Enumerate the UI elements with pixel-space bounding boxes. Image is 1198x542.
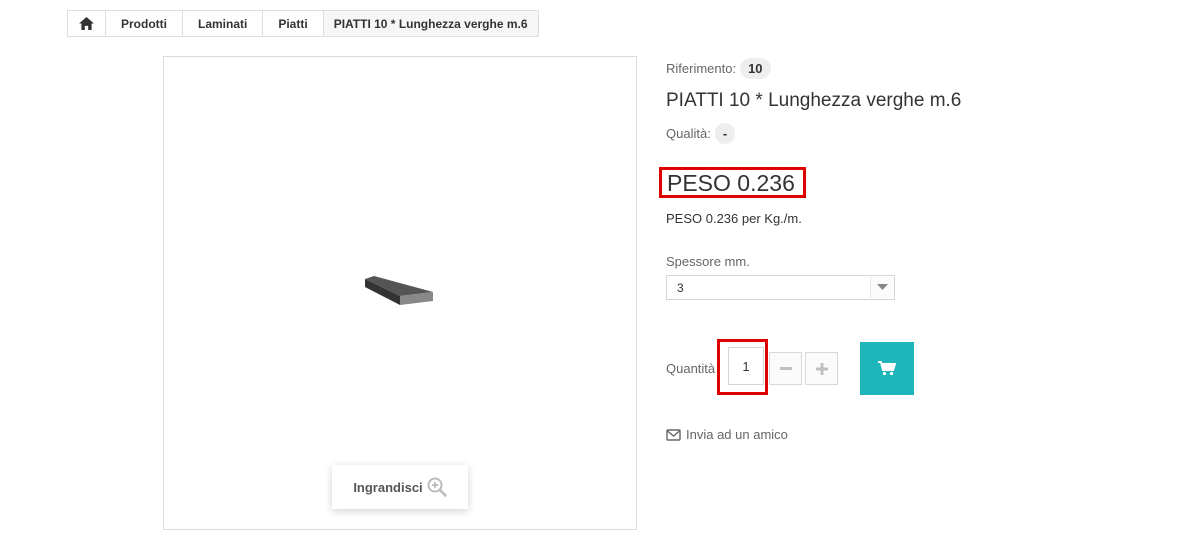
zoom-button-label: Ingrandisci bbox=[353, 479, 423, 495]
price-note: PESO 0.236 per Kg./m. bbox=[666, 211, 802, 226]
breadcrumb-item-piatti[interactable]: Piatti bbox=[263, 11, 324, 36]
thickness-select[interactable]: 3 bbox=[666, 275, 895, 300]
product-price: PESO 0.236 bbox=[667, 170, 795, 196]
product-image bbox=[365, 276, 433, 305]
minus-icon bbox=[779, 366, 792, 370]
breadcrumb-item-laminati[interactable]: Laminati bbox=[183, 11, 264, 36]
breadcrumb-home[interactable] bbox=[68, 11, 106, 36]
zoom-plus-icon bbox=[427, 477, 447, 497]
send-to-friend-label: Invia ad un amico bbox=[686, 427, 788, 442]
home-icon bbox=[79, 17, 94, 30]
envelope-icon bbox=[666, 428, 681, 441]
thickness-selected-value: 3 bbox=[677, 280, 684, 295]
breadcrumb: Prodotti Laminati Piatti PIATTI 10 * Lun… bbox=[67, 10, 539, 37]
product-image-container[interactable]: Ingrandisci bbox=[163, 56, 637, 530]
cart-icon bbox=[878, 361, 896, 376]
quantity-label: Quantità bbox=[666, 361, 716, 376]
breadcrumb-item-prodotti[interactable]: Prodotti bbox=[106, 11, 183, 36]
reference-label: Riferimento: bbox=[666, 61, 737, 76]
send-to-friend-link[interactable]: Invia ad un amico bbox=[666, 427, 788, 442]
add-to-cart-button[interactable] bbox=[860, 342, 914, 395]
chevron-down-icon bbox=[870, 277, 893, 298]
quantity-plus-button[interactable] bbox=[805, 352, 838, 385]
quantity-minus-button[interactable] bbox=[769, 352, 802, 385]
thickness-label: Spessore mm. bbox=[666, 254, 750, 269]
reference-row: Riferimento: 10 bbox=[666, 58, 771, 79]
reference-badge: 10 bbox=[740, 58, 771, 79]
product-title: PIATTI 10 * Lunghezza verghe m.6 bbox=[666, 90, 962, 111]
breadcrumb-current: PIATTI 10 * Lunghezza verghe m.6 bbox=[323, 11, 538, 36]
plus-icon bbox=[815, 362, 828, 375]
quality-badge: - bbox=[714, 123, 736, 144]
zoom-button[interactable]: Ingrandisci bbox=[332, 465, 468, 509]
quantity-input[interactable]: 1 bbox=[728, 347, 764, 385]
quality-label: Qualità: bbox=[666, 126, 711, 141]
quality-row: Qualità: - bbox=[666, 123, 736, 144]
